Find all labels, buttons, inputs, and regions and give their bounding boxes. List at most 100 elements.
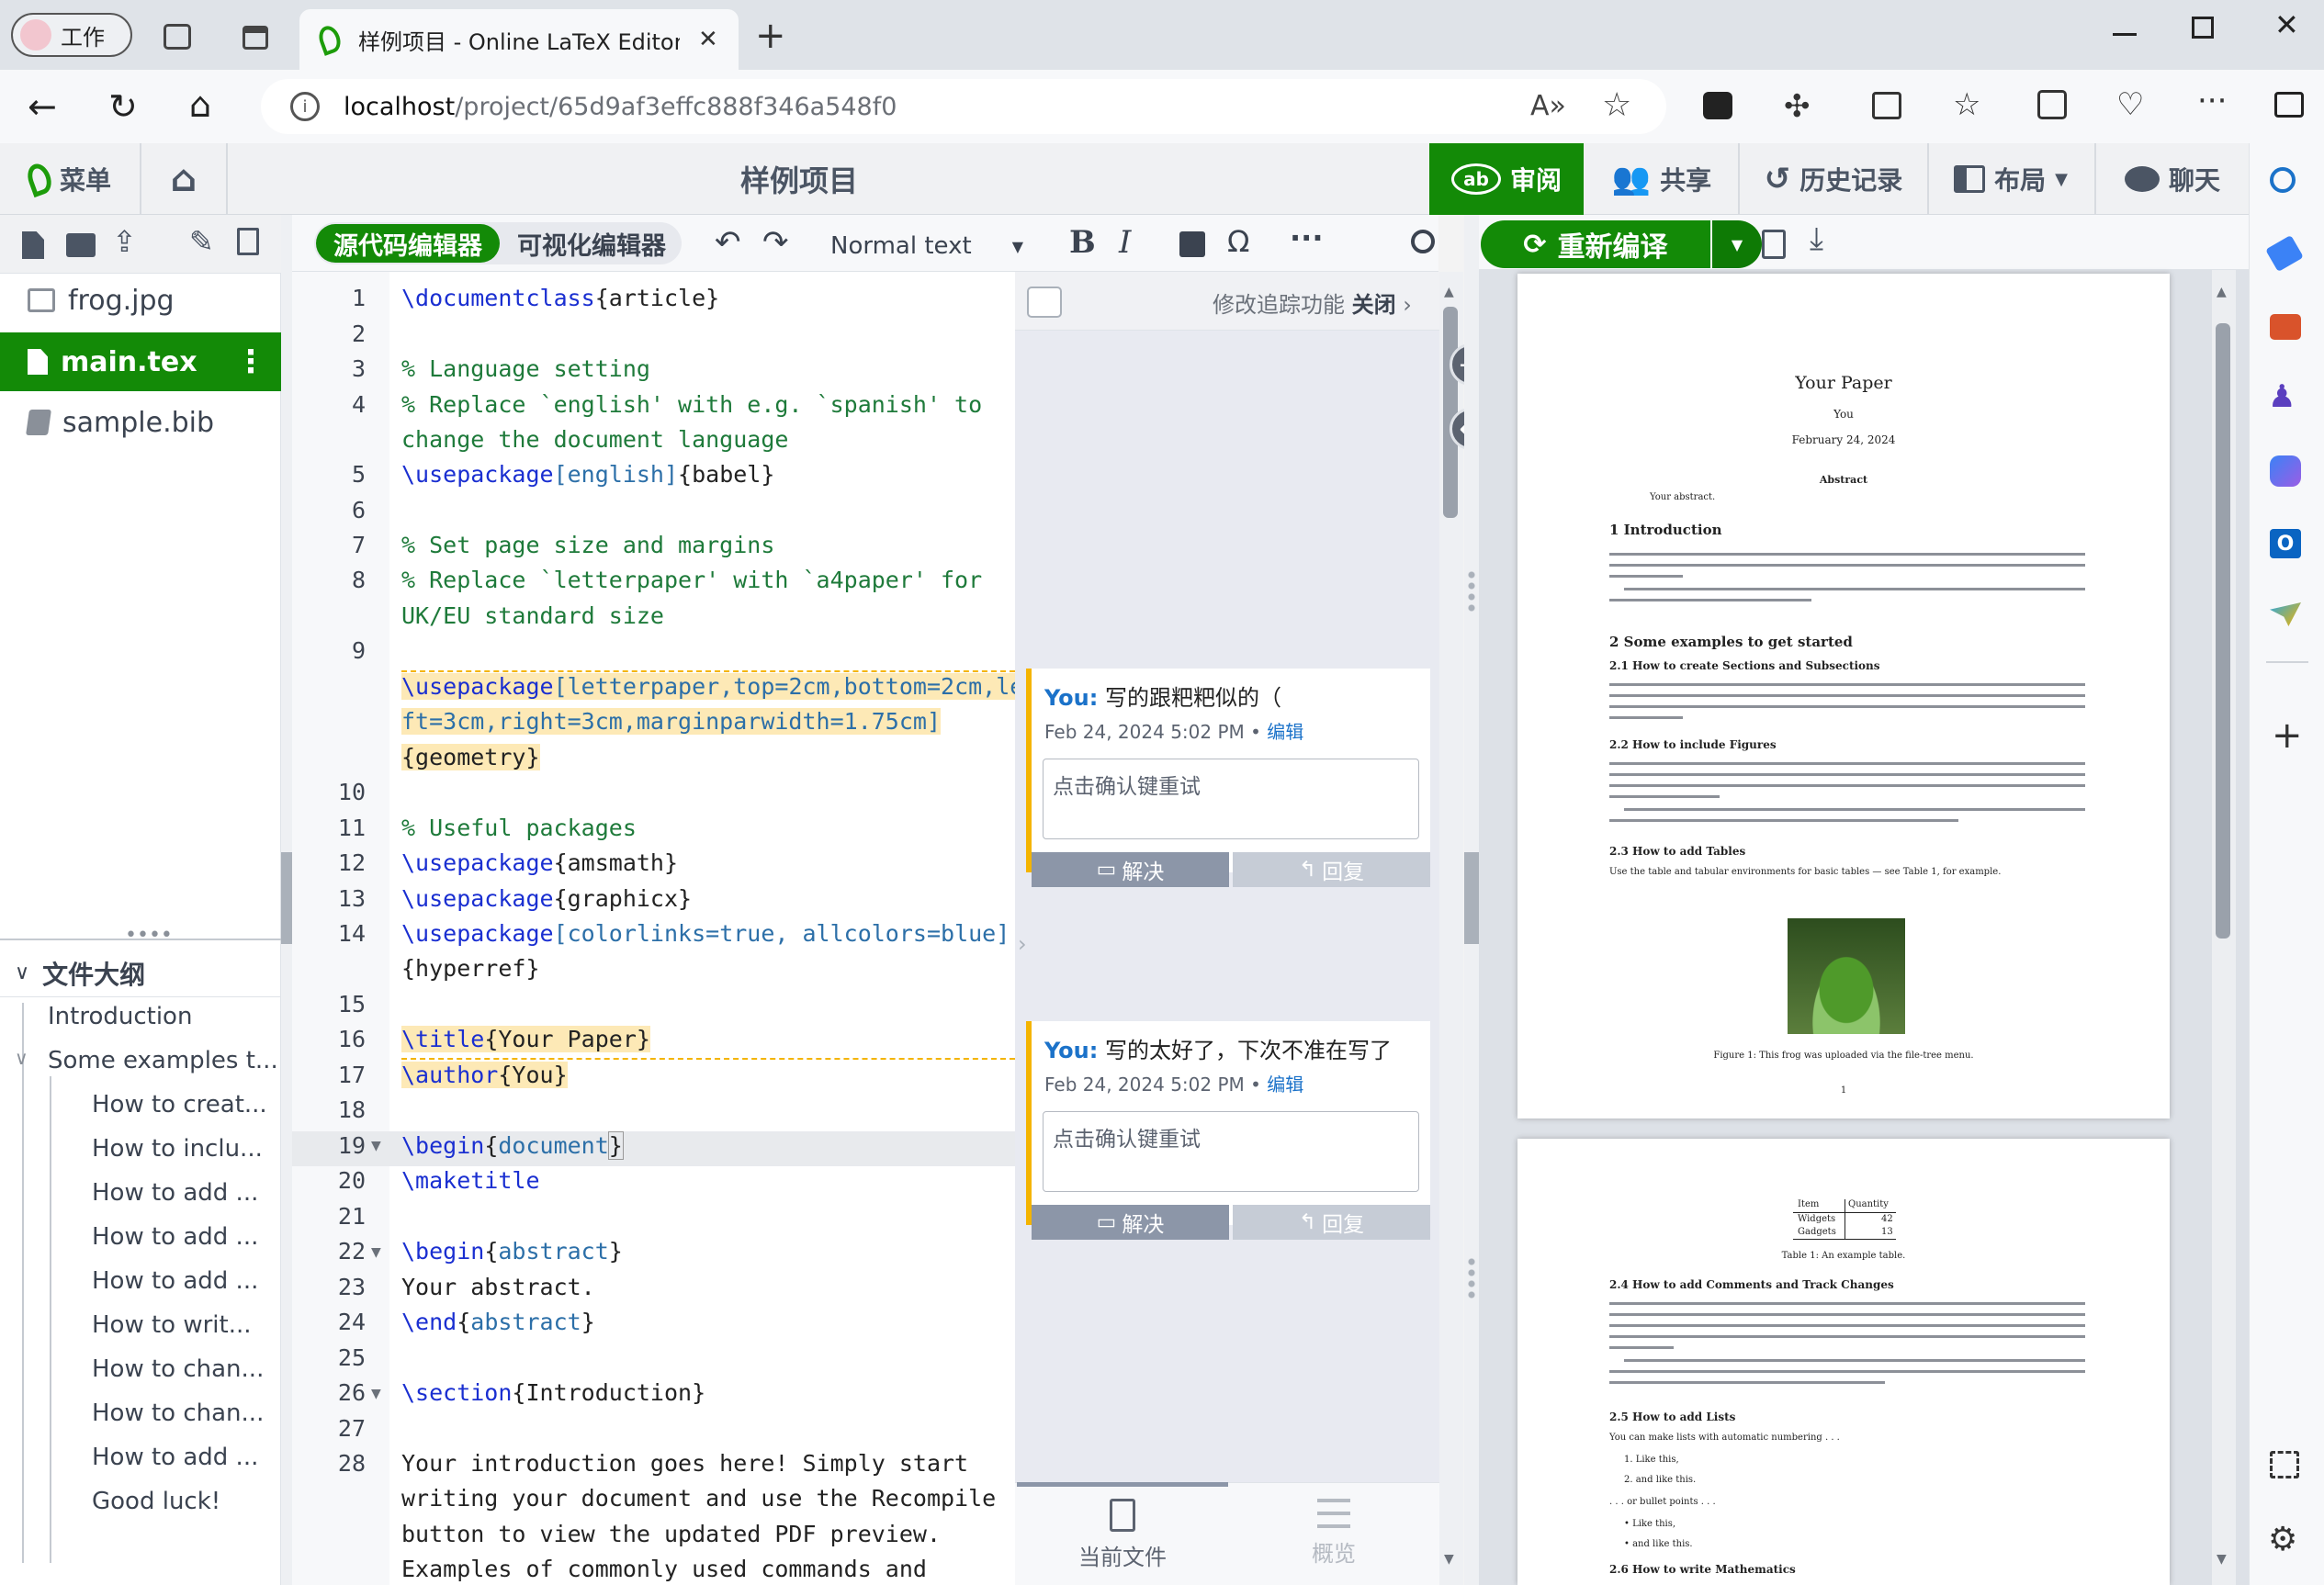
add-sidebar-app-icon[interactable]: + xyxy=(2272,714,2303,757)
history-button[interactable]: ↺ 历史记录 xyxy=(1740,143,1927,215)
home-button[interactable]: ⌂ xyxy=(141,143,226,215)
code-line[interactable]: % Replace `english' with e.g. `spanish' … xyxy=(401,391,982,418)
shopping-tag-icon[interactable] xyxy=(2265,234,2304,273)
code-line[interactable]: \usepackage[english]{babel} xyxy=(401,461,774,488)
code-line[interactable]: % Language setting xyxy=(401,355,650,382)
file-menu-kebab-icon[interactable]: ⋮ xyxy=(235,343,266,380)
code-line[interactable]: \documentclass{article} xyxy=(401,285,719,311)
favorites-icon[interactable]: ☆ xyxy=(1953,86,1980,123)
comment-edit-link[interactable]: 编辑 xyxy=(1267,1074,1303,1096)
outlook-icon[interactable]: O xyxy=(2270,529,2301,558)
pdf-scroll-thumb[interactable] xyxy=(2216,323,2230,939)
redo-icon[interactable]: ↷ xyxy=(762,224,789,261)
fold-arrow-icon[interactable]: ▼ xyxy=(371,1139,381,1153)
close-tab-icon[interactable]: ✕ xyxy=(698,26,718,53)
download-pdf-icon[interactable]: ⤓ xyxy=(1810,220,1823,257)
sidebar-toggle-icon[interactable] xyxy=(2274,92,2304,118)
outline-item[interactable]: How to writ... xyxy=(92,1311,252,1339)
code-line[interactable]: \maketitle xyxy=(401,1167,540,1194)
review-expand-chevron-icon[interactable]: › xyxy=(1018,931,1027,957)
read-aloud-icon[interactable]: A» xyxy=(1530,90,1566,122)
tab-overview[interactable]: 概览 xyxy=(1228,1499,1439,1578)
more-tools-icon[interactable]: ··· xyxy=(1290,220,1323,255)
outline-header[interactable]: ∨ 文件大纲 xyxy=(0,950,281,997)
math-icon[interactable] xyxy=(1179,231,1205,257)
splitter-collapse-handle[interactable] xyxy=(1464,852,1479,944)
outline-item[interactable]: Some examples t... xyxy=(48,1047,278,1074)
chevron-down-icon[interactable]: ∨ xyxy=(15,1047,28,1069)
outline-item[interactable]: How to add ... xyxy=(92,1179,258,1207)
code-line[interactable]: Examples of commonly used commands and xyxy=(401,1556,927,1582)
games-chess-icon[interactable]: ♟ xyxy=(2268,378,2296,415)
code-line[interactable]: \usepackage[colorlinks=true, allcolors=b… xyxy=(401,920,1010,947)
layout-button[interactable]: 布局 ▼ xyxy=(1929,143,2093,215)
code-line[interactable]: change the document language xyxy=(401,426,788,453)
code-line[interactable]: ft=3cm,right=3cm,marginparwidth=1.75cm] xyxy=(401,708,941,735)
site-info-icon[interactable]: i xyxy=(290,92,320,121)
code-line[interactable]: % Replace `letterpaper' with `a4paper' f… xyxy=(401,567,982,593)
splitter-collapse-handle[interactable] xyxy=(281,852,292,944)
active-tab[interactable]: 样例项目 - Online LaTeX Editor O ✕ xyxy=(299,9,739,70)
review-button[interactable]: ab 审阅 xyxy=(1429,143,1584,215)
collections-icon[interactable] xyxy=(2037,90,2067,119)
code-line[interactable]: \begin{abstract} xyxy=(401,1238,623,1265)
code-line[interactable]: \title{Your Paper} xyxy=(401,1026,650,1052)
text-style-select[interactable]: Normal text ▼ xyxy=(830,228,1023,264)
panel-resize-handle[interactable]: •••• xyxy=(125,924,173,947)
code-line[interactable]: \section{Introduction} xyxy=(401,1379,705,1406)
browser-essentials-icon[interactable]: ♡ xyxy=(2116,86,2144,123)
copilot-icon[interactable] xyxy=(2270,455,2301,487)
code-line[interactable]: UK/EU standard size xyxy=(401,602,664,629)
visual-editor-tab[interactable]: 可视化编辑器 xyxy=(509,224,674,263)
track-changes-toggle[interactable]: 修改追踪功能 关闭 › xyxy=(1213,287,1412,319)
project-title[interactable]: 样例项目 xyxy=(643,158,955,200)
outline-item[interactable]: How to chan... xyxy=(92,1400,264,1427)
upload-icon[interactable]: ⇪ xyxy=(112,224,137,259)
pdf-scroll-down-icon[interactable]: ▼ xyxy=(2217,1552,2227,1567)
reply-textarea[interactable]: 点击确认键重试 xyxy=(1043,759,1419,839)
recompile-dropdown-button[interactable]: ▼ xyxy=(1712,220,1762,268)
split-screen-icon[interactable] xyxy=(1872,92,1901,119)
code-line[interactable]: writing your document and use the Recomp… xyxy=(401,1485,996,1512)
tools-briefcase-icon[interactable] xyxy=(2270,314,2301,340)
tab-collections-icon[interactable] xyxy=(164,24,191,50)
send-icon[interactable] xyxy=(2270,602,2301,626)
back-icon[interactable]: ← xyxy=(28,86,57,127)
address-field[interactable]: i localhost/project/65d9af3effc888f346a5… xyxy=(261,79,1666,134)
rename-pencil-icon[interactable]: ✎ xyxy=(189,224,214,259)
minimize-icon[interactable] xyxy=(2113,33,2137,36)
share-button[interactable]: 👥 共享 xyxy=(1585,143,1738,215)
new-tab-icon[interactable]: + xyxy=(755,15,786,57)
maximize-icon[interactable] xyxy=(2192,17,2214,39)
outline-item[interactable]: How to add ... xyxy=(92,1223,258,1251)
code-line[interactable]: \author{You} xyxy=(401,1062,568,1088)
menu-button[interactable]: 菜单 xyxy=(0,143,140,215)
code-line[interactable]: {hyperref} xyxy=(401,955,540,982)
chat-button[interactable]: 聊天 xyxy=(2096,143,2249,215)
outline-item[interactable]: How to add ... xyxy=(92,1267,258,1295)
outline-item[interactable]: Good luck! xyxy=(92,1488,220,1515)
code-line[interactable]: % Set page size and margins xyxy=(401,532,774,558)
resolve-button[interactable]: ▭ 解决 xyxy=(1032,852,1229,887)
outline-item[interactable]: How to chan... xyxy=(92,1355,264,1383)
symbol-omega-icon[interactable]: Ω xyxy=(1227,224,1249,259)
recompile-button[interactable]: ⟳ 重新编译 xyxy=(1481,220,1710,268)
file-item-main-tex[interactable]: main.tex ⋮ xyxy=(0,332,281,391)
file-item-frog[interactable]: frog.jpg xyxy=(0,270,281,331)
close-window-icon[interactable]: ✕ xyxy=(2274,7,2299,42)
new-folder-icon[interactable] xyxy=(66,233,96,257)
screenshot-capture-icon[interactable] xyxy=(2270,1451,2299,1478)
tab-current-file[interactable]: 当前文件 xyxy=(1017,1499,1228,1578)
code-line[interactable]: % Useful packages xyxy=(401,815,637,841)
outline-item[interactable]: How to inclu... xyxy=(92,1135,263,1163)
code-line[interactable]: Your abstract. xyxy=(401,1274,595,1300)
scroll-down-arrow-icon[interactable]: ▼ xyxy=(1444,1552,1454,1567)
logs-file-icon[interactable] xyxy=(1762,230,1786,259)
code-line[interactable]: \usepackage[letterpaper,top=2cm,bottom=2… xyxy=(401,673,1024,700)
vertical-tabs-icon[interactable] xyxy=(243,26,268,50)
italic-icon[interactable]: I xyxy=(1119,224,1131,261)
home-icon[interactable]: ⌂ xyxy=(189,84,211,125)
outline-item[interactable]: Introduction xyxy=(48,1003,192,1030)
undo-icon[interactable]: ↶ xyxy=(715,224,741,261)
search-icon[interactable] xyxy=(2270,167,2296,193)
